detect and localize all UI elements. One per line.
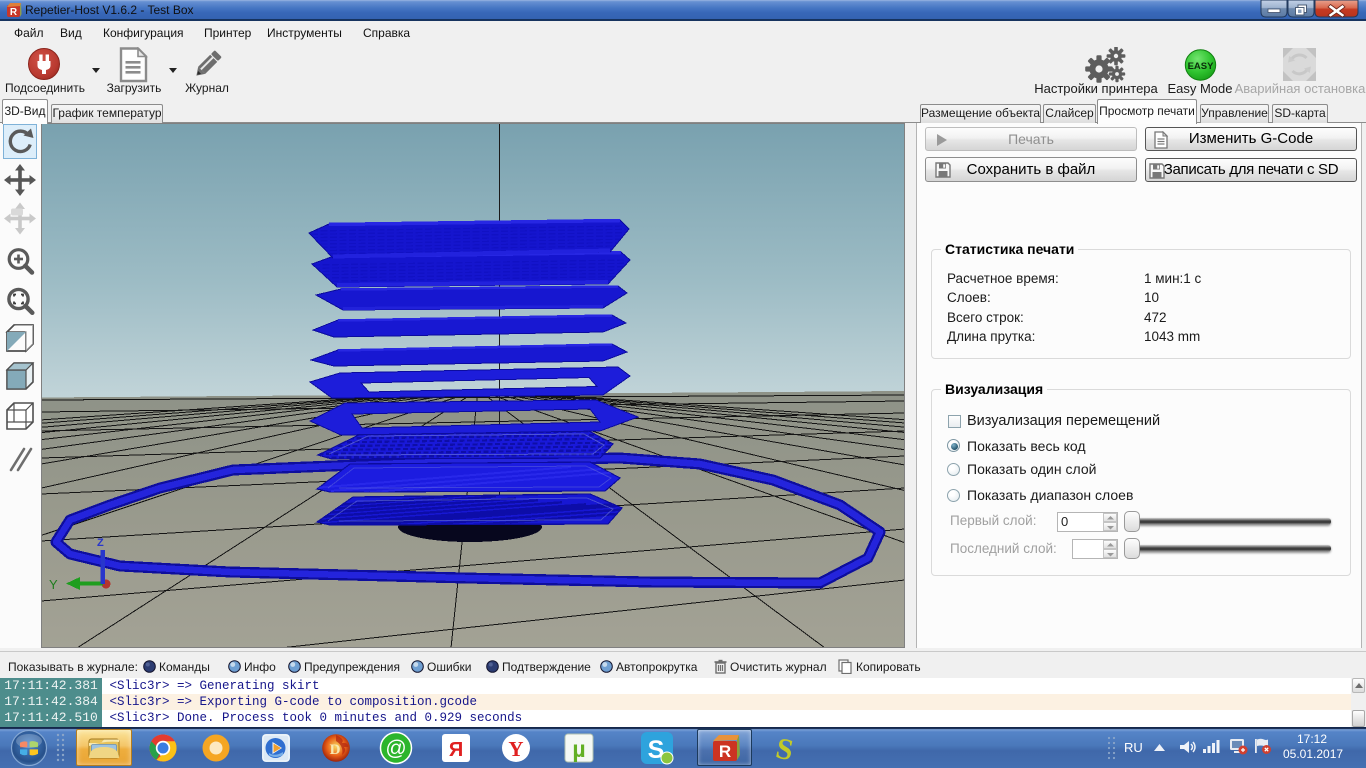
svg-text:Y: Y <box>508 737 523 761</box>
svg-text:µ: µ <box>572 736 585 762</box>
svg-text:Z: Z <box>97 537 104 549</box>
svg-text:Y: Y <box>49 577 58 592</box>
svg-text:@: @ <box>385 737 406 760</box>
svg-text:R: R <box>719 742 731 761</box>
svg-text:EASY: EASY <box>1188 61 1215 72</box>
svg-text:Я: Я <box>449 739 463 761</box>
svg-text:R: R <box>10 7 18 18</box>
svg-text:D: D <box>330 742 341 758</box>
svg-text:S: S <box>773 732 796 765</box>
